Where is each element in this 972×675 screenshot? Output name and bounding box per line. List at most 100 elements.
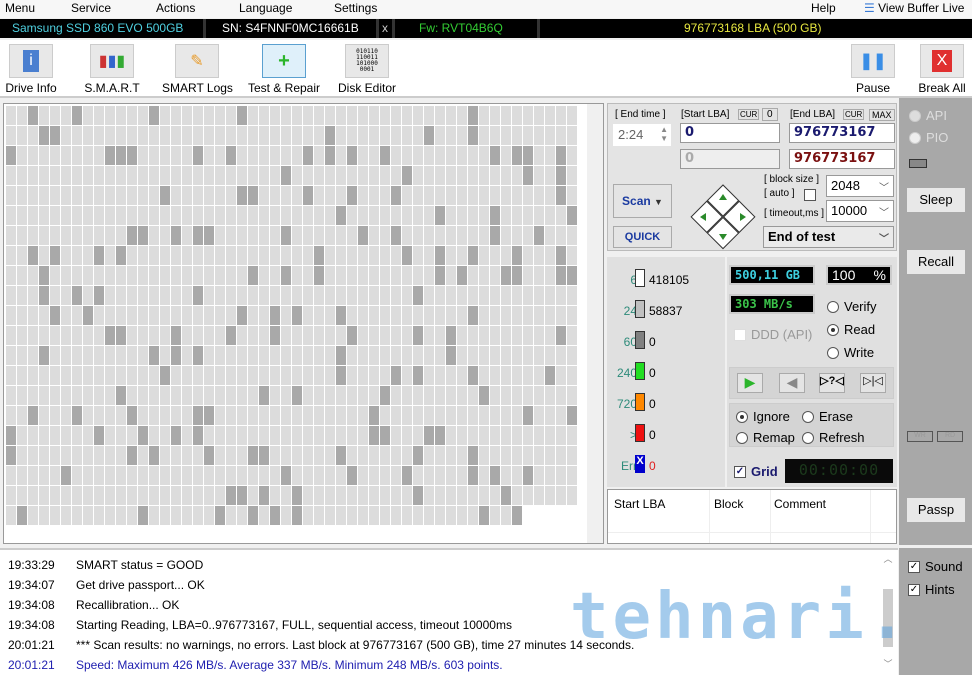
block-cell — [160, 126, 170, 145]
menu-menu[interactable]: Menu — [5, 1, 35, 15]
menu-language[interactable]: Language — [239, 1, 292, 15]
end-max-button[interactable]: MAX — [869, 109, 895, 121]
block-cell — [545, 206, 555, 225]
block-cell — [39, 206, 49, 225]
verify-radio[interactable]: Verify — [827, 299, 877, 314]
block-cell — [72, 306, 82, 325]
drive-info-button[interactable]: i Drive Info — [3, 44, 59, 95]
scroll-up-icon[interactable]: ︿ — [880, 552, 896, 565]
erase-radio[interactable]: Erase — [802, 409, 853, 424]
hints-checkbox[interactable]: ✓ Hints — [908, 582, 955, 597]
remap-radio[interactable]: Remap — [736, 430, 795, 445]
block-cell — [72, 186, 82, 205]
block-cell — [138, 406, 148, 425]
column-comment[interactable]: Comment — [774, 497, 826, 511]
block-size-select[interactable]: 2048 ﹀ — [826, 175, 894, 197]
menu-actions[interactable]: Actions — [156, 1, 195, 15]
block-cell — [270, 486, 280, 505]
end-cur-button[interactable]: CUR — [843, 109, 865, 120]
scroll-down-icon[interactable]: ﹀ — [880, 657, 896, 670]
rd-indicator: RD — [937, 431, 963, 442]
menu-service[interactable]: Service — [71, 1, 111, 15]
smart-button[interactable]: ▮ ▮ ▮ S.M.A.R.T — [84, 44, 140, 95]
quick-button[interactable]: QUICK — [613, 226, 672, 248]
block-cell — [556, 426, 566, 445]
api-radio[interactable]: API — [909, 108, 947, 123]
ignore-radio[interactable]: Ignore — [736, 409, 790, 424]
block-cell — [534, 346, 544, 365]
end-lba-input[interactable]: 976773167 — [789, 123, 895, 143]
block-cell — [39, 266, 49, 285]
block-cell — [369, 146, 379, 165]
block-cell — [336, 306, 346, 325]
timeout-select[interactable]: 10000 ﹀ — [826, 200, 894, 222]
block-cell — [72, 466, 82, 485]
break-all-button[interactable]: X Break All — [916, 44, 968, 95]
butterfly-scan-button[interactable]: ▷|◁ — [860, 373, 886, 393]
block-cell — [61, 266, 71, 285]
close-drive-button[interactable]: x — [382, 21, 388, 35]
block-cell — [380, 346, 390, 365]
block-cell — [94, 346, 104, 365]
play-forward-button[interactable]: ▶ — [737, 373, 763, 393]
defects-table[interactable]: Start LBA Block Comment — [607, 489, 897, 544]
block-cell — [116, 326, 126, 345]
end-time-spinner[interactable]: 2:24 ▲ ▼ — [613, 124, 671, 146]
start-lba-input[interactable]: 0 — [680, 123, 780, 143]
disk-editor-button[interactable]: 010110 110011 101000 0001 Disk Editor — [337, 44, 397, 95]
view-buffer-live[interactable]: ☰ View Buffer Live — [864, 1, 964, 15]
menu-settings[interactable]: Settings — [334, 1, 377, 15]
block-cell — [17, 326, 27, 345]
block-cell — [391, 126, 401, 145]
block-cell — [83, 166, 93, 185]
refresh-radio[interactable]: Refresh — [802, 430, 865, 445]
log-entry: 19:34:07 Get drive passport... OK — [8, 578, 205, 592]
write-radio[interactable]: Write — [827, 345, 874, 360]
scan-button[interactable]: Scan ▼ — [613, 184, 672, 218]
start-cur-button[interactable]: CUR — [738, 109, 760, 120]
radio-indicator — [802, 431, 814, 444]
passport-button[interactable]: Passp — [907, 498, 965, 522]
sound-checkbox[interactable]: ✓ Sound — [908, 559, 963, 574]
block-cell — [105, 106, 115, 125]
pause-button[interactable]: ❚❚ Pause — [850, 44, 896, 95]
spinner-arrows-icon[interactable]: ▲ ▼ — [660, 125, 668, 143]
recall-button[interactable]: Recall — [907, 250, 965, 274]
block-cell — [380, 466, 390, 485]
block-map-scrollbar[interactable] — [587, 104, 603, 543]
block-cell — [105, 466, 115, 485]
block-cell — [270, 366, 280, 385]
block-cell — [292, 346, 302, 365]
sleep-button[interactable]: Sleep — [907, 188, 965, 212]
grid-checkbox[interactable]: ✓ Grid — [734, 464, 778, 479]
smart-logs-button[interactable]: ✎ SMART Logs — [162, 44, 233, 95]
auto-checkbox[interactable] — [804, 189, 816, 201]
block-cell — [523, 386, 533, 405]
block-cell — [325, 146, 335, 165]
direction-pad[interactable] — [690, 184, 756, 250]
block-cell — [171, 306, 181, 325]
block-cell — [149, 146, 159, 165]
ddd-checkbox[interactable]: DDD (API) — [734, 327, 812, 342]
test-repair-button[interactable]: + Test & Repair — [247, 44, 321, 95]
block-cell — [424, 266, 434, 285]
read-radio[interactable]: Read — [827, 322, 875, 337]
block-cell — [336, 226, 346, 245]
random-scan-button[interactable]: ▷?◁ — [819, 373, 845, 393]
block-cell — [116, 266, 126, 285]
block-cell — [237, 386, 247, 405]
menu-help[interactable]: Help — [811, 1, 836, 15]
block-cell — [534, 246, 544, 265]
pio-radio[interactable]: PIO — [909, 130, 948, 145]
start-zero-button[interactable]: 0 — [762, 108, 778, 121]
block-cell — [347, 186, 357, 205]
block-cell — [248, 126, 258, 145]
column-block[interactable]: Block — [714, 497, 743, 511]
chevron-down-icon: ﹀ — [879, 234, 889, 245]
drive-model[interactable]: Samsung SSD 860 EVO 500GB — [12, 21, 183, 35]
block-cell — [479, 386, 489, 405]
end-action-select[interactable]: End of test ﹀ — [763, 226, 894, 248]
column-start-lba[interactable]: Start LBA — [614, 497, 665, 511]
play-backward-button[interactable]: ◀ — [779, 373, 805, 393]
block-cell — [28, 226, 38, 245]
